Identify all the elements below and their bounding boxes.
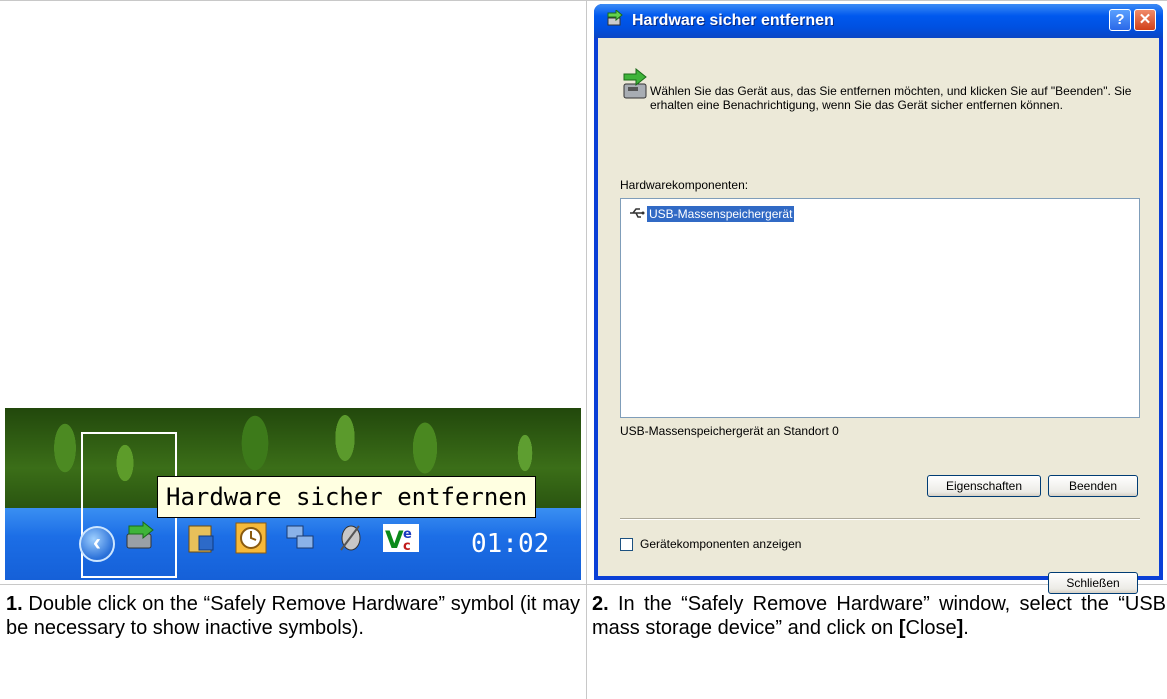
grid-line [0, 584, 1167, 585]
step-number: 1. [6, 593, 23, 615]
list-item-label: USB-Massenspeichergerät [647, 206, 795, 222]
step-text: Double click on the “Safely Remove Hardw… [6, 593, 580, 639]
show-components-checkbox[interactable] [620, 538, 633, 551]
show-hidden-icons-button[interactable]: ‹ [79, 526, 115, 562]
clock-icon[interactable] [231, 520, 271, 560]
antivirus-icon[interactable]: Vec [381, 520, 421, 560]
close-reference: Close [905, 617, 957, 639]
close-window-button[interactable]: ✕ [1134, 9, 1156, 31]
help-button[interactable]: ? [1109, 9, 1131, 31]
hardware-remove-icon [620, 67, 654, 102]
step-text: In the “Safely Remove Hardware” window, … [592, 593, 1166, 639]
taskbar-screenshot: Hardware sicher entfernen ‹ Vec 01:02 [5, 408, 581, 580]
intro-text: Wählen Sie das Gerät aus, das Sie entfer… [650, 84, 1132, 112]
list-item[interactable]: USB-Massenspeichergerät [629, 205, 795, 223]
list-label: Hardwarekomponenten: [620, 178, 749, 192]
tooltip: Hardware sicher entfernen [157, 476, 537, 518]
checkbox-label[interactable]: Gerätekomponenten anzeigen [640, 537, 801, 551]
svg-text:c: c [403, 539, 411, 554]
svg-text:V: V [385, 526, 404, 554]
dialog-title: Hardware sicher entfernen [632, 12, 834, 29]
volume-icon[interactable] [331, 520, 371, 560]
close-button[interactable]: Schließen [1048, 572, 1138, 594]
title-bar[interactable]: Hardware sicher entfernen ? ✕ [594, 4, 1163, 38]
step-number: 2. [592, 593, 609, 615]
grid-line [586, 0, 587, 699]
step2-caption: 2. In the “Safely Remove Hardware” windo… [592, 592, 1166, 640]
stop-button[interactable]: Beenden [1048, 475, 1138, 497]
step-text-end: . [963, 617, 969, 639]
hardware-list[interactable]: USB-Massenspeichergerät [620, 198, 1140, 418]
grid-line [0, 0, 1167, 1]
divider [620, 518, 1140, 520]
properties-button[interactable]: Eigenschaften [927, 475, 1041, 497]
status-text: USB-Massenspeichergerät an Standort 0 [620, 424, 839, 438]
hardware-remove-icon [606, 8, 624, 33]
clipboard-icon[interactable] [181, 520, 221, 560]
network-icon[interactable] [281, 520, 321, 560]
clock[interactable]: 01:02 [471, 526, 549, 562]
safely-remove-hardware-icon[interactable] [121, 520, 161, 560]
usb-icon [629, 206, 647, 222]
safely-remove-hardware-dialog: Hardware sicher entfernen ? ✕ Wählen Sie… [594, 4, 1163, 594]
dialog-client-area: Wählen Sie das Gerät aus, das Sie entfer… [598, 38, 1159, 594]
step1-caption: 1. Double click on the “Safely Remove Ha… [6, 592, 580, 640]
